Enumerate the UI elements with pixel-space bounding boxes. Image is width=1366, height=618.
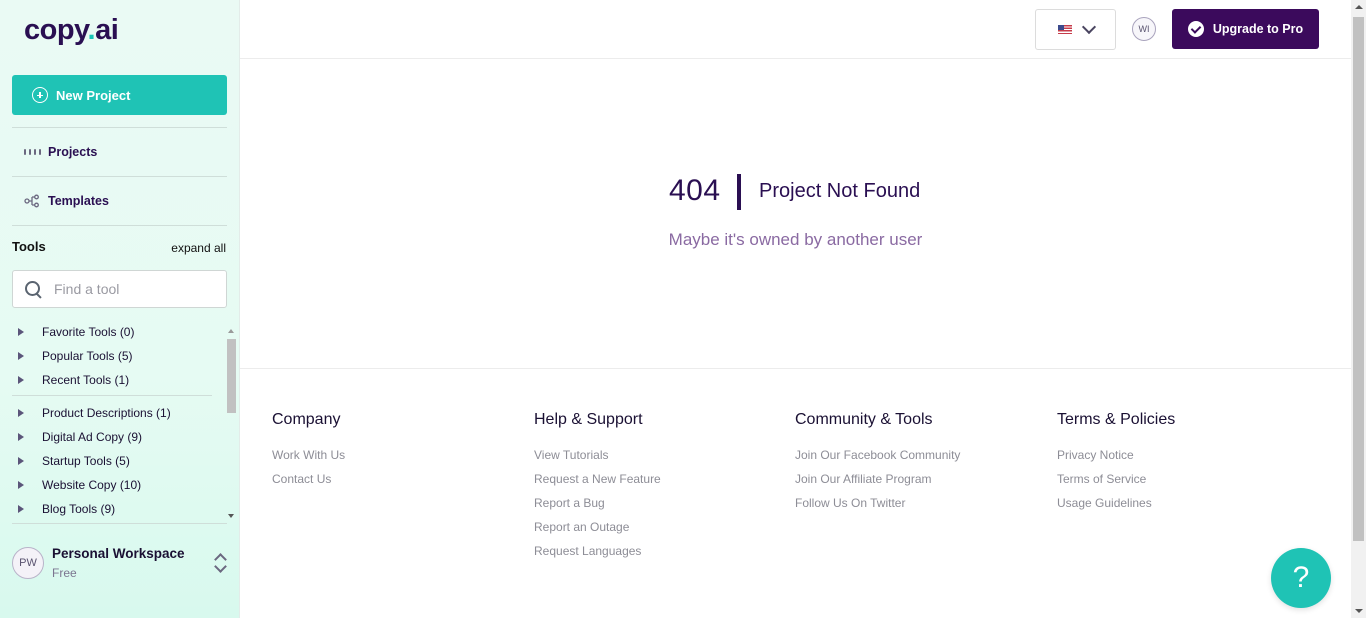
upgrade-label: Upgrade to Pro	[1212, 22, 1304, 36]
search-icon	[24, 280, 42, 298]
sidebar-item-label: Projects	[48, 145, 98, 159]
templates-icon	[24, 193, 40, 209]
footer-heading: Help & Support	[534, 411, 643, 428]
workspace-avatar[interactable]: PW	[12, 547, 44, 579]
sidebar-item-projects[interactable]: Projects	[23, 142, 98, 162]
logo-dot: .	[87, 14, 96, 46]
sidebar-divider	[12, 176, 227, 177]
language-selector[interactable]	[1035, 9, 1116, 50]
error-divider	[737, 174, 741, 210]
workspace-name[interactable]: Personal Workspace	[52, 546, 185, 561]
error-title: Project Not Found	[759, 180, 921, 202]
tool-list: Favorite Tools (0) Popular Tools (5) Rec…	[12, 320, 225, 523]
caret-right-icon	[18, 376, 24, 384]
workspace-plan: Free	[52, 566, 77, 580]
page-scrollbar[interactable]	[1351, 0, 1366, 618]
tool-group-label: Website Copy (10)	[42, 478, 142, 492]
footer-heading: Terms & Policies	[1057, 411, 1176, 428]
us-flag-icon	[1057, 25, 1072, 34]
footer-link[interactable]: View Tutorials	[534, 448, 661, 472]
chevron-down-icon	[1081, 19, 1096, 35]
help-button[interactable]: ?	[1271, 548, 1331, 608]
error-code: 404	[669, 174, 721, 207]
verified-check-icon	[1187, 21, 1204, 37]
footer-link[interactable]: Follow Us On Twitter	[795, 496, 960, 520]
logo-text-main: copy	[24, 14, 88, 46]
scroll-up-arrow-icon[interactable]	[228, 329, 234, 333]
footer-column-terms: Terms & Policies Privacy Notice Terms of…	[1057, 411, 1175, 520]
tool-search[interactable]	[12, 270, 227, 308]
footer-column-community: Community & Tools Join Our Facebook Comm…	[795, 411, 960, 520]
footer-link[interactable]: Work With Us	[272, 448, 345, 472]
tool-group-favorite[interactable]: Favorite Tools (0)	[12, 322, 134, 342]
tool-group-label: Recent Tools (1)	[42, 373, 130, 387]
footer-link[interactable]: Request Languages	[534, 544, 661, 568]
tool-group-popular[interactable]: Popular Tools (5)	[12, 346, 133, 366]
footer-link[interactable]: Terms of Service	[1057, 472, 1175, 496]
footer-link[interactable]: Join Our Facebook Community	[795, 448, 960, 472]
caret-right-icon	[18, 409, 24, 417]
tool-group-startup-tools[interactable]: Startup Tools (5)	[12, 451, 130, 471]
scrollbar-thumb[interactable]	[1353, 17, 1364, 541]
footer-link[interactable]: Request a New Feature	[534, 472, 661, 496]
tool-group-website-copy[interactable]: Website Copy (10)	[12, 475, 141, 495]
tool-group-product-descriptions[interactable]: Product Descriptions (1)	[12, 403, 171, 423]
footer-heading: Community & Tools	[795, 411, 933, 428]
tool-list-scrollbar[interactable]	[226, 325, 237, 520]
tool-group-label: Startup Tools (5)	[42, 454, 130, 468]
tool-group-recent[interactable]: Recent Tools (1)	[12, 370, 129, 390]
footer-link[interactable]: Report a Bug	[534, 496, 661, 520]
footer-column-company: Company Work With Us Contact Us	[272, 411, 345, 496]
caret-right-icon	[18, 505, 24, 513]
upgrade-to-pro-button[interactable]: Upgrade to Pro	[1172, 9, 1319, 49]
caret-right-icon	[18, 433, 24, 441]
caret-right-icon	[18, 352, 24, 360]
scroll-up-arrow-icon[interactable]	[1354, 5, 1363, 9]
tool-group-digital-ad-copy[interactable]: Digital Ad Copy (9)	[12, 427, 142, 447]
scroll-down-arrow-icon[interactable]	[1354, 609, 1363, 613]
sidebar-item-templates[interactable]: Templates	[24, 191, 109, 211]
error-subtitle: Maybe it's owned by another user	[668, 230, 923, 249]
grid-icon	[23, 144, 41, 160]
footer-heading: Company	[272, 411, 341, 428]
footer-link[interactable]: Privacy Notice	[1057, 448, 1175, 472]
search-input[interactable]	[54, 281, 204, 297]
footer-link[interactable]: Join Our Affiliate Program	[795, 472, 960, 496]
sidebar-item-label: Templates	[48, 194, 109, 208]
tool-group-blog-tools[interactable]: Blog Tools (9)	[12, 499, 115, 519]
caret-right-icon	[18, 457, 24, 465]
copyai-logo[interactable]: copy.ai	[24, 14, 119, 47]
workspace-switcher-chevron-icon[interactable]	[214, 552, 228, 574]
tool-group-label: Digital Ad Copy (9)	[42, 430, 143, 444]
tool-group-label: Favorite Tools (0)	[42, 325, 135, 339]
tool-list-divider	[12, 395, 212, 396]
caret-right-icon	[18, 328, 24, 336]
user-avatar[interactable]: WI	[1132, 17, 1156, 41]
sidebar-divider	[12, 523, 227, 524]
sidebar-divider	[12, 127, 227, 128]
tool-group-label: Blog Tools (9)	[42, 502, 116, 516]
footer: Company Work With Us Contact Us Help & S…	[240, 368, 1351, 618]
caret-right-icon	[18, 481, 24, 489]
plus-circle-icon	[32, 87, 48, 103]
question-mark-icon: ?	[1292, 561, 1310, 594]
footer-link[interactable]: Usage Guidelines	[1057, 496, 1175, 520]
top-header: WI Upgrade to Pro	[240, 0, 1351, 59]
sidebar-divider	[12, 225, 227, 226]
footer-column-help: Help & Support View Tutorials Request a …	[534, 411, 661, 568]
scroll-down-arrow-icon[interactable]	[228, 514, 234, 518]
logo-text-tail: ai	[95, 14, 119, 46]
tool-group-label: Popular Tools (5)	[42, 349, 133, 363]
new-project-label: New Project	[56, 87, 131, 103]
footer-link[interactable]: Contact Us	[272, 472, 345, 496]
sidebar: copy.ai New Project Projects Templates T…	[0, 0, 240, 618]
new-project-button[interactable]: New Project	[12, 75, 227, 115]
footer-link[interactable]: Report an Outage	[534, 520, 661, 544]
tool-group-label: Product Descriptions (1)	[42, 406, 171, 420]
scrollbar-thumb[interactable]	[227, 339, 236, 413]
